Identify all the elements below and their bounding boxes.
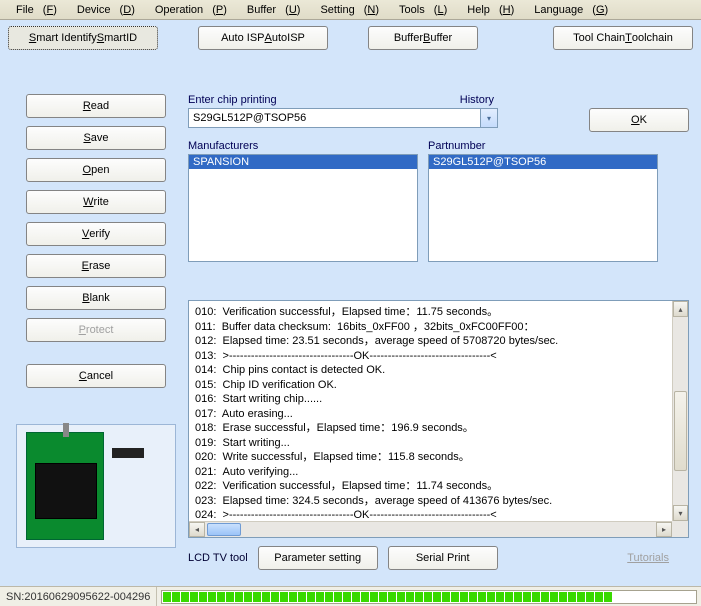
read-button[interactable]: Read bbox=[26, 94, 166, 118]
manufacturers-label: Manufacturers bbox=[188, 140, 418, 152]
list-item[interactable]: SPANSION bbox=[189, 155, 417, 169]
status-bar: SN:20160629095622-004296 bbox=[0, 586, 701, 606]
menu-file[interactable]: File (F) bbox=[4, 2, 63, 18]
protect-button: Protect bbox=[26, 318, 166, 342]
serial-print-button[interactable]: Serial Print bbox=[388, 546, 498, 570]
chip-input[interactable] bbox=[188, 108, 481, 128]
vertical-scrollbar[interactable]: ▴ ▾ bbox=[672, 301, 688, 521]
partnumber-label: Partnumber bbox=[428, 140, 658, 152]
progress-bar bbox=[161, 590, 697, 604]
log-text: 010: Verification successful，Elapsed tim… bbox=[189, 301, 688, 527]
chip-combo[interactable]: ▾ bbox=[188, 108, 498, 128]
pcb-board bbox=[26, 432, 104, 540]
chip-dropdown-icon[interactable]: ▾ bbox=[481, 108, 498, 128]
manufacturers-list[interactable]: SPANSION bbox=[188, 154, 418, 262]
scroll-thumb[interactable] bbox=[674, 391, 687, 471]
side-buttons: Read Save Open Write Verify Erase Blank … bbox=[16, 94, 176, 388]
verify-button[interactable]: Verify bbox=[26, 222, 166, 246]
partnumber-list[interactable]: S29GL512P@TSOP56 bbox=[428, 154, 658, 262]
write-button[interactable]: Write bbox=[26, 190, 166, 214]
serial-number: SN:20160629095622-004296 bbox=[0, 587, 157, 606]
menu-tools[interactable]: Tools (L) bbox=[387, 2, 453, 18]
menu-buffer[interactable]: Buffer (U) bbox=[235, 2, 307, 18]
lcd-label: LCD TV tool bbox=[188, 552, 248, 564]
menu-bar: File (F) Device (D) Operation (P) Buffer… bbox=[0, 0, 701, 20]
parameter-setting-button[interactable]: Parameter setting bbox=[258, 546, 378, 570]
erase-button[interactable]: Erase bbox=[26, 254, 166, 278]
header-connector bbox=[112, 448, 144, 458]
scroll-up-icon[interactable]: ▴ bbox=[673, 301, 688, 317]
menu-help[interactable]: Help (H) bbox=[455, 2, 520, 18]
menu-operation[interactable]: Operation (P) bbox=[143, 2, 233, 18]
buffer-button[interactable]: Buffer Buffer bbox=[368, 26, 478, 50]
cancel-button[interactable]: Cancel bbox=[26, 364, 166, 388]
menu-language[interactable]: Language (G) bbox=[522, 2, 614, 18]
menu-setting[interactable]: Setting (N) bbox=[308, 2, 385, 18]
save-button[interactable]: Save bbox=[26, 126, 166, 150]
scroll-thumb-h[interactable] bbox=[207, 523, 241, 536]
smart-identify-button[interactable]: SSmart Identify SmartIDmart Identify Sma… bbox=[8, 26, 158, 50]
menu-device[interactable]: Device (D) bbox=[65, 2, 141, 18]
blank-button[interactable]: Blank bbox=[26, 286, 166, 310]
open-button[interactable]: Open bbox=[26, 158, 166, 182]
history-label: History bbox=[460, 94, 494, 106]
tutorials-link[interactable]: Tutorials bbox=[607, 552, 689, 564]
log-panel: 010: Verification successful，Elapsed tim… bbox=[188, 300, 689, 538]
enter-chip-label: Enter chip printing bbox=[188, 94, 277, 106]
toolchain-button[interactable]: Tool Chain Toolchain bbox=[553, 26, 693, 50]
scroll-corner bbox=[672, 521, 688, 537]
scroll-down-icon[interactable]: ▾ bbox=[673, 505, 688, 521]
scroll-right-icon[interactable]: ▸ bbox=[656, 522, 672, 537]
list-item[interactable]: S29GL512P@TSOP56 bbox=[429, 155, 657, 169]
scroll-left-icon[interactable]: ◂ bbox=[189, 522, 205, 537]
ok-button[interactable]: OK bbox=[589, 108, 689, 132]
horizontal-scrollbar[interactable]: ◂ ▸ bbox=[189, 521, 672, 537]
auto-isp-button[interactable]: Auto ISP AutoISP bbox=[198, 26, 328, 50]
